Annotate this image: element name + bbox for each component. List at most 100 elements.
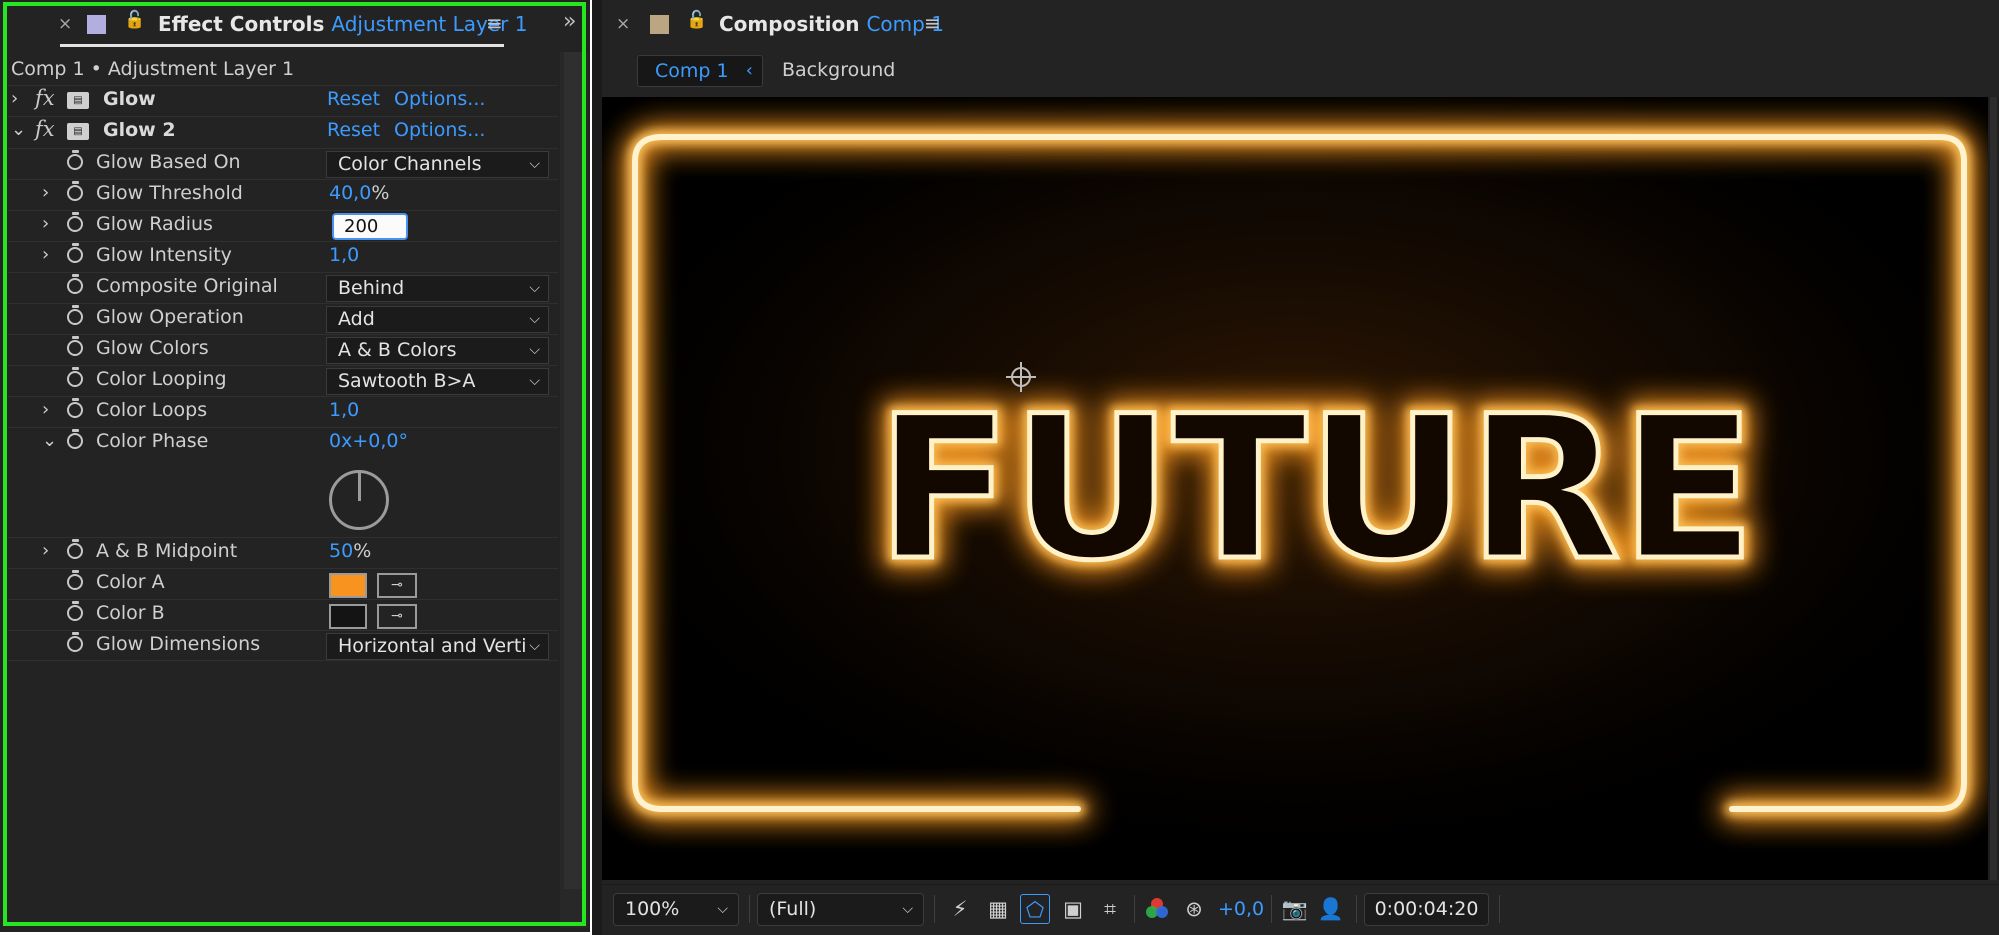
effect-name: Glow 2: [103, 119, 176, 141]
glow-based-on-dropdown[interactable]: Color Channels ⌵: [326, 151, 549, 178]
reset-link[interactable]: Reset: [327, 119, 380, 141]
chevron-down-icon: ⌵: [529, 638, 540, 654]
zoom-select[interactable]: 100% ⌵: [613, 893, 739, 926]
expand-icon[interactable]: ›: [42, 244, 49, 265]
dropdown-value: Sawtooth B>A: [338, 370, 476, 392]
neon-artwork: FUTURE FUTURE FUTURE: [602, 97, 1988, 880]
prop-label: Composite Original: [96, 275, 278, 297]
eyedropper-icon[interactable]: ⊸: [377, 573, 417, 598]
glow-radius-input[interactable]: 200: [332, 213, 408, 240]
close-tab-icon[interactable]: ×: [616, 14, 630, 34]
chevron-down-icon: ⌵: [902, 901, 913, 917]
options-link[interactable]: Options...: [394, 88, 485, 110]
tab-background[interactable]: Background: [782, 59, 895, 81]
close-tab-icon[interactable]: ×: [58, 14, 72, 34]
separator: [749, 895, 750, 923]
mask-path-visibility-icon[interactable]: ⬠: [1020, 894, 1050, 924]
expand-icon[interactable]: ›: [42, 399, 49, 420]
viewer-scrollbar[interactable]: [1988, 97, 1999, 880]
stopwatch-icon[interactable]: [67, 429, 83, 449]
stopwatch-icon[interactable]: [67, 632, 83, 652]
fx-icon[interactable]: fx: [35, 117, 55, 141]
chevron-down-icon: ⌵: [529, 156, 540, 172]
glow-operation-dropdown[interactable]: Add ⌵: [326, 306, 549, 333]
stopwatch-icon[interactable]: [67, 570, 83, 590]
exposure-value[interactable]: +0,0: [1218, 898, 1264, 920]
prop-color-a: Color A ⊸: [8, 568, 558, 599]
panel-divider[interactable]: [592, 0, 602, 935]
stopwatch-icon[interactable]: [67, 212, 83, 232]
current-time-display[interactable]: 0:00:04:20: [1364, 893, 1489, 926]
color-phase-dial[interactable]: [329, 470, 389, 530]
color-looping-dropdown[interactable]: Sawtooth B>A ⌵: [326, 368, 549, 395]
stopwatch-icon[interactable]: [67, 539, 83, 559]
region-of-interest-icon[interactable]: ▣: [1058, 894, 1088, 924]
effect-controls-scrollbar[interactable]: [560, 52, 588, 928]
collapse-panels-icon[interactable]: »: [563, 9, 576, 34]
stopwatch-icon[interactable]: [67, 274, 83, 294]
color-phase-value[interactable]: 0x+0,0°: [329, 430, 408, 452]
stopwatch-icon[interactable]: [67, 243, 83, 263]
composition-viewer[interactable]: FUTURE FUTURE FUTURE: [602, 97, 1988, 880]
effect-row-glow-2[interactable]: ⌄ fx ▤ Glow 2 Reset Options...: [8, 116, 558, 147]
stopwatch-icon[interactable]: [67, 601, 83, 621]
snapshot-camera-icon[interactable]: 📷: [1280, 894, 1310, 924]
stopwatch-icon[interactable]: [67, 398, 83, 418]
dropdown-value: A & B Colors: [338, 339, 457, 361]
composition-tab[interactable]: × 🔓 Composition Comp 1 ≡: [602, 0, 1999, 50]
reset-link[interactable]: Reset: [327, 88, 380, 110]
collapse-icon[interactable]: ⌄: [11, 119, 26, 140]
value-number[interactable]: 40,0: [329, 182, 371, 204]
fx-icon[interactable]: fx: [35, 86, 55, 110]
expand-icon[interactable]: ›: [42, 540, 49, 561]
lock-icon[interactable]: 🔓: [124, 10, 145, 30]
glow-colors-dropdown[interactable]: A & B Colors ⌵: [326, 337, 549, 364]
tab-comp-1[interactable]: Comp 1 ‹: [637, 55, 763, 87]
ab-midpoint-value[interactable]: 50%: [329, 540, 371, 562]
panel-menu-icon[interactable]: ≡: [486, 11, 503, 35]
grid-guides-icon[interactable]: ⌗: [1095, 894, 1125, 924]
chevron-left-icon[interactable]: ‹: [746, 56, 753, 86]
effect-name: Glow: [103, 88, 156, 110]
transparency-grid-icon[interactable]: ▦: [983, 894, 1013, 924]
expand-icon[interactable]: ›: [42, 213, 49, 234]
stopwatch-icon[interactable]: [67, 181, 83, 201]
value-number[interactable]: 50: [329, 540, 353, 562]
prop-color-phase: ⌄ Color Phase 0x+0,0°: [8, 427, 558, 531]
color-a-swatch[interactable]: [329, 573, 367, 598]
exposure-reset-icon[interactable]: ⊛: [1179, 894, 1209, 924]
stopwatch-icon[interactable]: [67, 336, 83, 356]
prop-color-b: Color B ⊸: [8, 599, 558, 630]
color-b-swatch[interactable]: [329, 604, 367, 629]
color-loops-value[interactable]: 1,0: [329, 399, 359, 421]
prop-composite-original: Composite Original Behind ⌵: [8, 272, 558, 303]
viewer-toolbar: 100% ⌵ (Full) ⌵ ⚡ ▦ ⬠ ▣ ⌗ ⊛ +0,0 📷 👤 0:00:…: [602, 884, 1999, 933]
effect-row-glow[interactable]: › fx ▤ Glow Reset Options...: [8, 85, 558, 116]
separator: [1134, 895, 1135, 923]
options-link[interactable]: Options...: [394, 119, 485, 141]
composite-original-dropdown[interactable]: Behind ⌵: [326, 275, 549, 302]
stopwatch-icon[interactable]: [67, 367, 83, 387]
show-snapshot-icon[interactable]: 👤: [1316, 894, 1346, 924]
effect-controls-tab[interactable]: × 🔓 Effect Controls Adjustment Layer 1 ≡ …: [0, 0, 590, 50]
glow-dimensions-dropdown[interactable]: Horizontal and Verti ⌵: [326, 633, 549, 660]
expand-icon[interactable]: ›: [42, 182, 49, 203]
eyedropper-icon[interactable]: ⊸: [377, 604, 417, 629]
color-channels-icon[interactable]: [1142, 894, 1172, 924]
stopwatch-icon[interactable]: [67, 150, 83, 170]
panel-title: Composition Comp 1: [719, 12, 944, 36]
panel-menu-icon[interactable]: ≡: [924, 11, 941, 35]
lock-icon[interactable]: 🔓: [686, 10, 707, 30]
scrollbar-thumb[interactable]: [1990, 97, 1997, 880]
collapse-icon[interactable]: ⌄: [42, 430, 57, 451]
prop-glow-based-on: Glow Based On Color Channels ⌵: [8, 148, 558, 179]
glow-threshold-value[interactable]: 40,0%: [329, 182, 389, 204]
zoom-value: 100%: [625, 898, 680, 920]
scrollbar-thumb[interactable]: [564, 52, 584, 889]
stopwatch-icon[interactable]: [67, 305, 83, 325]
value-unit: %: [353, 540, 372, 562]
resolution-select[interactable]: (Full) ⌵: [757, 893, 924, 926]
glow-intensity-value[interactable]: 1,0: [329, 244, 359, 266]
expand-icon[interactable]: ›: [11, 88, 18, 109]
fast-preview-icon[interactable]: ⚡: [945, 894, 975, 924]
